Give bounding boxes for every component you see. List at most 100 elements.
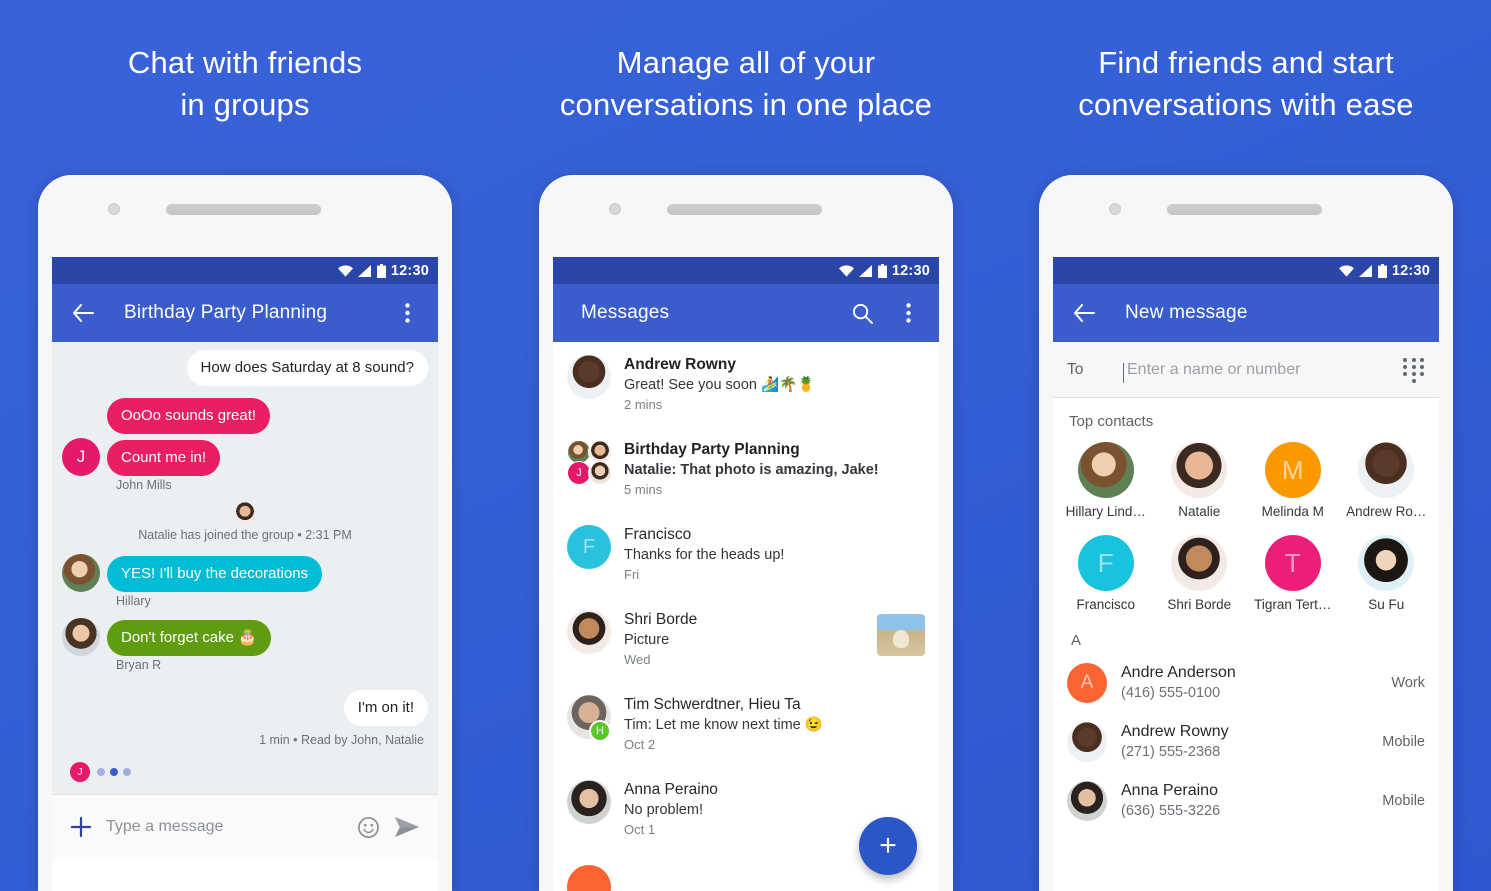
message-bubble-outgoing[interactable]: YES! I'll buy the decorations bbox=[107, 556, 323, 592]
avatar-initial: F bbox=[582, 535, 596, 558]
new-conversation-fab[interactable]: + bbox=[859, 817, 917, 875]
app-bar: Messages bbox=[553, 284, 939, 342]
wifi-icon bbox=[1338, 264, 1354, 277]
contact-row[interactable]: Andrew Rowny (271) 555-2368 Mobile bbox=[1053, 712, 1439, 771]
phone-screen: 12:30 Birthday Party Planning How does S… bbox=[52, 257, 438, 891]
conversation-name: Birthday Party Planning bbox=[624, 441, 800, 458]
more-vert-icon[interactable] bbox=[889, 294, 927, 332]
conversation-name: Shri Borde bbox=[624, 611, 698, 628]
emoji-icon[interactable] bbox=[357, 816, 380, 839]
caption-2: Manage all of your conversations in one … bbox=[559, 45, 933, 122]
alphabet-section-header: A bbox=[1071, 632, 1082, 649]
promo-stage: Chat with friends in groups Manage all o… bbox=[0, 0, 1491, 891]
avatar[interactable]: F bbox=[567, 525, 611, 569]
caption-1: Chat with friends in groups bbox=[127, 45, 363, 122]
recipient-input[interactable]: Enter a name or number bbox=[1123, 361, 1389, 383]
system-message: Natalie has joined the group • 2:31 PM bbox=[62, 502, 428, 542]
top-contact-name: Tigran Tert… bbox=[1254, 597, 1332, 612]
earpiece-speaker bbox=[1167, 204, 1322, 215]
conversation-list[interactable]: Andrew Rowny Great! See you soon 🏄🌴🍍 2 m… bbox=[553, 342, 939, 891]
wifi-icon bbox=[337, 264, 353, 277]
top-contact[interactable]: M Melinda M bbox=[1246, 436, 1340, 529]
avatar: T bbox=[1264, 535, 1321, 591]
top-contact-name: Su Fu bbox=[1368, 597, 1405, 612]
back-arrow-icon[interactable] bbox=[1065, 294, 1103, 332]
avatar bbox=[1171, 535, 1228, 591]
group-avatar[interactable]: J bbox=[567, 440, 612, 485]
conversation-row[interactable]: H Tim Schwerdtner, Hieu Ta Tim: Let me k… bbox=[553, 682, 939, 767]
status-bar: 12:30 bbox=[553, 257, 939, 284]
top-contact[interactable]: T Tigran Tert… bbox=[1246, 529, 1340, 622]
message-bubble-outgoing[interactable]: OoOo sounds great! bbox=[107, 398, 271, 434]
avatar[interactable] bbox=[567, 355, 611, 399]
phone-mockup-messages-list: 12:30 Messages Andrew Rowny Great! See y… bbox=[539, 175, 953, 891]
avatar[interactable] bbox=[567, 780, 611, 824]
avatar[interactable] bbox=[62, 554, 100, 592]
avatar[interactable]: J bbox=[62, 438, 100, 476]
top-contact-name: Andrew Ro… bbox=[1346, 504, 1427, 519]
avatar bbox=[1358, 442, 1415, 498]
battery-icon bbox=[877, 263, 887, 278]
top-contacts-heading: Top contacts bbox=[1069, 413, 1154, 430]
top-contact[interactable]: Shri Borde bbox=[1153, 529, 1247, 622]
phone-screen: 12:30 Messages Andrew Rowny Great! See y… bbox=[553, 257, 939, 891]
message-row: YES! I'll buy the decorations bbox=[62, 554, 428, 592]
conversation-name: Tim Schwerdtner, Hieu Ta bbox=[624, 696, 801, 713]
conversation-row[interactable]: Shri Borde Picture Wed bbox=[553, 597, 939, 682]
attachment-thumbnail[interactable] bbox=[877, 614, 925, 656]
conversation-time: 5 mins bbox=[624, 482, 663, 497]
phone-bezel-top bbox=[38, 175, 452, 257]
plus-icon[interactable] bbox=[70, 816, 92, 838]
dialpad-icon[interactable] bbox=[1403, 357, 1425, 383]
phone-screen: 12:30 New message To Enter a name or num… bbox=[1053, 257, 1439, 891]
conversation-preview: Thanks for the heads up! bbox=[624, 547, 785, 563]
message-bubble-incoming[interactable]: How does Saturday at 8 sound? bbox=[186, 350, 428, 386]
message-bubble-outgoing[interactable]: Don't forget cake 🎂 bbox=[107, 620, 271, 656]
contact-phone: (636) 555-3226 bbox=[1121, 803, 1221, 819]
contact-row[interactable]: Anna Peraino (636) 555-3226 Mobile bbox=[1053, 771, 1439, 830]
front-camera-icon bbox=[609, 203, 621, 215]
signal-icon bbox=[357, 264, 371, 277]
contact-phone: (416) 555-0100 bbox=[1121, 685, 1221, 701]
message-composer[interactable]: Type a message bbox=[52, 794, 438, 859]
avatar bbox=[1077, 442, 1134, 498]
status-bar-time: 12:30 bbox=[891, 262, 930, 279]
avatar[interactable]: H bbox=[567, 695, 611, 742]
message-sender-label: Hillary bbox=[116, 594, 151, 608]
battery-icon bbox=[1377, 263, 1387, 278]
avatar[interactable] bbox=[567, 610, 611, 654]
message-bubble-outgoing[interactable]: Count me in! bbox=[107, 440, 221, 476]
send-icon[interactable] bbox=[394, 816, 420, 838]
conversation-time: Wed bbox=[624, 652, 651, 667]
more-vert-icon[interactable] bbox=[388, 294, 426, 332]
conversation-row[interactable]: Andrew Rowny Great! See you soon 🏄🌴🍍 2 m… bbox=[553, 342, 939, 427]
top-contact[interactable]: Natalie bbox=[1153, 436, 1247, 529]
message-input[interactable]: Type a message bbox=[106, 818, 343, 836]
top-contact[interactable]: Hillary Lind… bbox=[1059, 436, 1153, 529]
status-bar-time: 12:30 bbox=[1391, 262, 1430, 279]
message-row: How does Saturday at 8 sound? bbox=[62, 350, 428, 386]
avatar[interactable] bbox=[62, 618, 100, 656]
avatar[interactable] bbox=[567, 865, 611, 891]
read-receipt: 1 min • Read by John, Natalie bbox=[259, 733, 424, 747]
top-contact-name: Francisco bbox=[1076, 597, 1135, 612]
conversation-row[interactable]: J Birthday Party Planning Natalie: That … bbox=[553, 427, 939, 512]
recipient-row[interactable]: To Enter a name or number bbox=[1053, 342, 1439, 398]
message-row: OoOo sounds great! bbox=[62, 398, 428, 434]
back-arrow-icon[interactable] bbox=[64, 294, 102, 332]
typing-avatar: J bbox=[70, 762, 90, 782]
front-camera-icon bbox=[1109, 203, 1121, 215]
status-bar: 12:30 bbox=[1053, 257, 1439, 284]
app-bar-title: Messages bbox=[581, 302, 670, 323]
top-contact-name: Shri Borde bbox=[1167, 597, 1232, 612]
search-icon[interactable] bbox=[843, 294, 881, 332]
top-contact[interactable]: F Francisco bbox=[1059, 529, 1153, 622]
conversation-name: Anna Peraino bbox=[624, 781, 718, 798]
contact-type: Work bbox=[1391, 674, 1425, 691]
top-contact[interactable]: Su Fu bbox=[1340, 529, 1434, 622]
conversation-row[interactable]: F Francisco Thanks for the heads up! Fri bbox=[553, 512, 939, 597]
top-contact[interactable]: Andrew Ro… bbox=[1340, 436, 1434, 529]
message-bubble-incoming[interactable]: I'm on it! bbox=[343, 690, 428, 726]
contact-row[interactable]: A Andre Anderson (416) 555-0100 Work bbox=[1053, 653, 1439, 712]
conversation-thread[interactable]: How does Saturday at 8 sound? OoOo sound… bbox=[52, 342, 438, 794]
